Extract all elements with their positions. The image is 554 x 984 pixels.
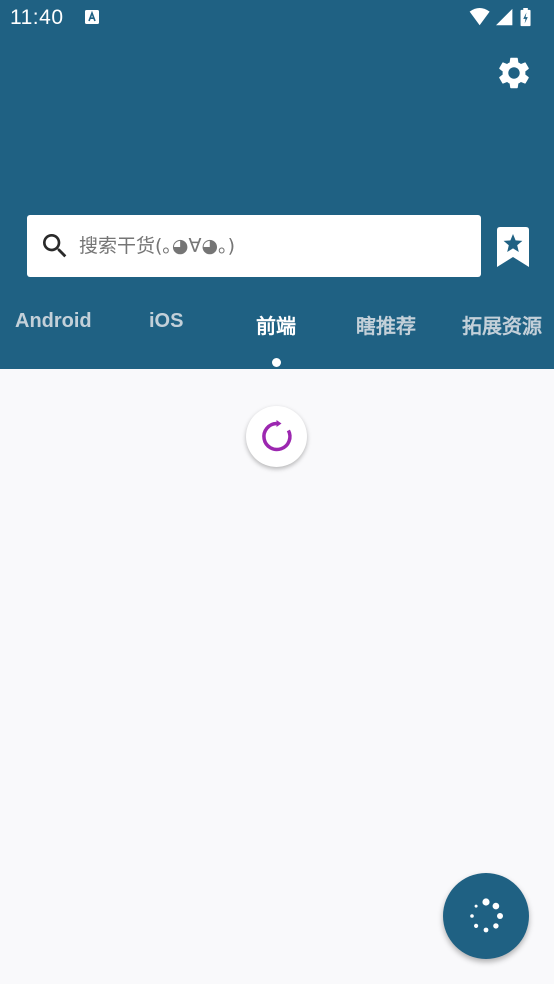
a-notification-icon (85, 10, 99, 24)
wifi-icon (469, 8, 490, 26)
status-bar: 11:40 (0, 0, 554, 38)
status-time: 11:40 (10, 6, 64, 29)
signal-icon (496, 8, 513, 26)
gear-icon[interactable] (495, 54, 533, 92)
tab-frontend[interactable]: 前端 (256, 310, 296, 340)
loading-fab-button[interactable] (443, 873, 529, 959)
loading-dots-icon (470, 898, 503, 933)
refresh-spinner-icon (246, 406, 307, 467)
tab-indicator (272, 358, 281, 367)
status-icons (469, 8, 531, 27)
search-input[interactable] (79, 215, 469, 277)
category-tabs: Android iOS 前端 瞎推荐 拓展资源 (0, 300, 554, 369)
tab-android[interactable]: Android (15, 310, 92, 340)
battery-charging-icon (520, 8, 531, 27)
search-box (27, 215, 481, 277)
bookmark-star-icon[interactable] (497, 227, 529, 267)
search-icon (43, 234, 67, 258)
tab-ios[interactable]: iOS (149, 310, 183, 340)
tab-recommend[interactable]: 瞎推荐 (356, 310, 416, 340)
app-header: 11:40 Android iOS 前端 瞎推荐 拓 (0, 0, 554, 369)
tab-resources[interactable]: 拓展资源 (462, 310, 542, 340)
